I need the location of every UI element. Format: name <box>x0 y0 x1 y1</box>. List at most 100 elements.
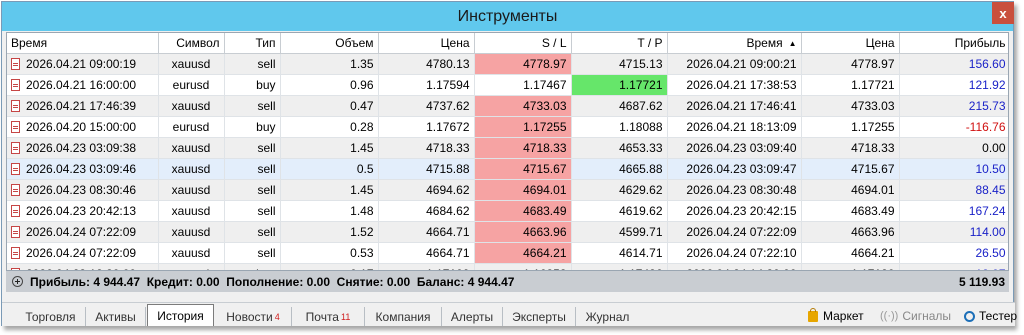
cell-volume: 0.28 <box>280 116 379 138</box>
cell-volume: 0.96 <box>280 74 379 96</box>
cell-sl: 4715.67 <box>474 158 572 180</box>
tab-assets[interactable]: Активы <box>86 307 146 326</box>
signals-button[interactable]: ((·)) Сигналы <box>880 309 951 323</box>
cell-tp: 1.17721 <box>571 74 668 96</box>
cell-symbol: xauusd <box>158 200 225 222</box>
cell-open-time: 2026.04.23 20:42:13 <box>7 200 159 222</box>
cell-close-time: 2026.04.21 17:46:41 <box>667 95 802 117</box>
header-type[interactable]: Тип <box>224 33 281 54</box>
tab-experts[interactable]: Эксперты <box>503 307 576 326</box>
cell-price: 1.17594 <box>378 74 475 96</box>
cell-symbol: eurusd <box>158 263 225 270</box>
cell-open-time: 2026.04.20 15:00:00 <box>7 116 159 138</box>
tester-button[interactable]: Тестер <box>964 309 1017 323</box>
table-row[interactable]: 2026.04.23 18:30:00eurusdbuy0.171.171091… <box>7 263 1008 270</box>
table-row[interactable]: 2026.04.24 07:22:09 xauusd sell 0.53 4664.71… <box>7 242 1008 264</box>
table-header-row: Время Символ Тип Объем Цена S / L T / P … <box>7 33 1008 54</box>
header-sl[interactable]: S / L <box>474 33 572 54</box>
deal-document-icon <box>11 78 20 91</box>
close-icon[interactable]: x <box>992 2 1014 24</box>
table-row[interactable]: 2026.04.21 09:00:19 xauusd sell 1.35 4780.13… <box>7 53 1008 75</box>
tab-journal[interactable]: Журнал <box>576 307 639 326</box>
cell-volume: 0.47 <box>280 95 379 117</box>
cell-open-time: 2026.04.24 07:22:09 <box>7 221 159 243</box>
summary-text: Прибыль: 4 944.47 Кредит: 0.00 Пополнени… <box>30 274 515 289</box>
cell-symbol: xauusd <box>158 242 225 264</box>
header-symbol[interactable]: Символ <box>158 33 225 54</box>
tab-alerts[interactable]: Алерты <box>442 307 503 326</box>
header-close-price[interactable]: Цена <box>801 33 900 54</box>
cell-tp: 1.18088 <box>571 116 668 138</box>
cell-close-time: 2026.04.24 07:22:09 <box>667 221 802 243</box>
cell-profit: 26.50 <box>899 242 1008 264</box>
tab-mail[interactable]: Почта 11 <box>292 307 365 326</box>
tab-trade[interactable]: Торговля <box>16 307 86 326</box>
cell-close-price: 4683.49 <box>801 200 900 222</box>
news-count-badge: 4 <box>274 311 280 322</box>
cell-type: sell <box>224 53 281 75</box>
cell-close-time: 2026.04.23 03:09:40 <box>667 137 802 159</box>
cell-type: sell <box>224 179 281 201</box>
deal-document-icon <box>11 204 20 217</box>
cell-symbol: xauusd <box>158 53 225 75</box>
table-row[interactable]: 2026.04.23 08:30:46 xauusd sell 1.45 4694.62… <box>7 179 1008 201</box>
tab-company[interactable]: Компания <box>365 307 442 326</box>
cell-type: sell <box>224 137 281 159</box>
deal-document-icon <box>11 99 20 112</box>
tools-window: Инструменты x Время Символ Тип Объем Цен… <box>1 1 1017 326</box>
table-row[interactable]: 2026.04.21 17:46:39 xauusd sell 0.47 4737.62… <box>7 95 1008 117</box>
cell-price: 4737.62 <box>378 95 475 117</box>
cell-tp: 4665.88 <box>571 158 668 180</box>
cell-profit: 0.00 <box>899 137 1008 159</box>
tab-history[interactable]: История <box>147 304 214 326</box>
tab-news[interactable]: Новости 4 <box>215 307 292 326</box>
header-tp[interactable]: T / P <box>571 33 668 54</box>
cell-symbol: xauusd <box>158 137 225 159</box>
cell-tp: 4619.62 <box>571 200 668 222</box>
deal-document-icon <box>11 57 20 70</box>
cell-tp: 1.17486 <box>571 263 668 270</box>
deal-document-icon <box>11 120 20 133</box>
cell-sl: 4733.03 <box>474 95 572 117</box>
cell-open-time: 2026.04.23 03:09:38 <box>7 137 159 159</box>
table-row[interactable]: 2026.04.24 07:22:09 xauusd sell 1.52 4664.71… <box>7 221 1008 243</box>
header-profit[interactable]: Прибыль <box>899 33 1008 54</box>
cell-sl: 4778.97 <box>474 53 572 75</box>
cell-sl: 1.17467 <box>474 74 572 96</box>
history-table: Время Символ Тип Объем Цена S / L T / P … <box>6 32 1009 271</box>
table-row[interactable]: 2026.04.23 20:42:13 xauusd sell 1.48 4684.62… <box>7 200 1008 222</box>
cell-symbol: eurusd <box>158 74 225 96</box>
cell-price: 4780.13 <box>378 53 475 75</box>
window-titlebar[interactable]: Инструменты x <box>2 2 1014 31</box>
cell-volume: 1.48 <box>280 200 379 222</box>
cell-open-time: 2026.04.23 03:09:46 <box>7 158 159 180</box>
expand-plus-icon[interactable] <box>12 276 23 287</box>
header-volume[interactable]: Объем <box>280 33 379 54</box>
cell-tp: 4614.71 <box>571 242 668 264</box>
cell-open-time: 2026.04.23 18:30:00 <box>7 263 159 270</box>
header-close-time[interactable]: Время ▲ <box>667 33 802 54</box>
cell-close-price: 1.17255 <box>801 116 900 138</box>
header-price[interactable]: Цена <box>378 33 475 54</box>
cell-type: sell <box>224 95 281 117</box>
cell-tp: 4687.62 <box>571 95 668 117</box>
cell-profit: 121.92 <box>899 74 1008 96</box>
cell-symbol: xauusd <box>158 95 225 117</box>
deal-document-icon <box>11 183 20 196</box>
deal-document-icon <box>11 225 20 238</box>
market-button[interactable]: Маркет <box>808 307 864 323</box>
table-row[interactable]: 2026.04.23 03:09:46 xauusd sell 0.5 4715.88 4… <box>7 158 1008 180</box>
cell-price: 4664.71 <box>378 242 475 264</box>
cell-open-time: 2026.04.21 16:00:00 <box>7 74 159 96</box>
cell-volume: 0.53 <box>280 242 379 264</box>
cell-close-price: 1.17721 <box>801 74 900 96</box>
table-row[interactable]: 2026.04.20 15:00:00 eurusd buy 0.28 1.17672 1… <box>7 116 1008 138</box>
header-open-time[interactable]: Время <box>7 33 159 54</box>
table-row[interactable]: 2026.04.21 16:00:00 eurusd buy 0.96 1.17594 1… <box>7 74 1008 96</box>
cell-tp: 4629.62 <box>571 179 668 201</box>
table-row[interactable]: 2026.04.23 03:09:38 xauusd sell 1.45 4718.33… <box>7 137 1008 159</box>
cell-close-time: 2026.04.23 20:42:15 <box>667 200 802 222</box>
cell-type: buy <box>224 263 281 270</box>
cell-price: 1.17109 <box>378 263 475 270</box>
cell-close-price: 4715.67 <box>801 158 900 180</box>
